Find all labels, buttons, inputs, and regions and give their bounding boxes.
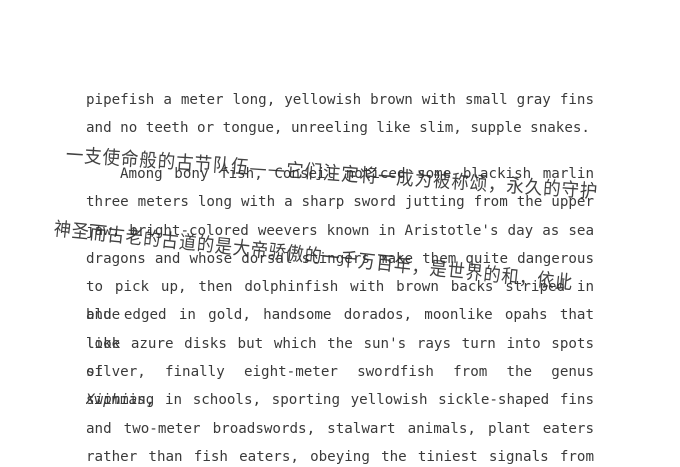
text-line: and edged in gold, handsome dorados, moo… — [86, 307, 594, 352]
paragraph-1: pipefish a meter long, yellowish brown w… — [86, 86, 594, 143]
text-line: and no teeth or tongue, unreeling like s… — [86, 120, 590, 137]
text-line-genus: silver, finally eight-meter swordfish fr… — [86, 358, 594, 408]
document-page: pipefish a meter long, yellowish brown w… — [0, 0, 680, 467]
text-line: swimming in schools, sporting yellowish … — [86, 392, 594, 409]
paragraph-2: Among bony fish, Conseil noticed some bl… — [86, 160, 594, 467]
text-line: and two-meter broadswords, stalwart anim… — [86, 420, 594, 437]
genus-prefix: silver, finally eight-meter swordfish fr… — [86, 364, 594, 381]
text-line: like azure disks but which the sun's ray… — [86, 335, 594, 381]
text-line: pipefish a meter long, yellowish brown w… — [86, 92, 594, 108]
text-line: rather than fish eaters, obeying the tin… — [86, 448, 594, 465]
